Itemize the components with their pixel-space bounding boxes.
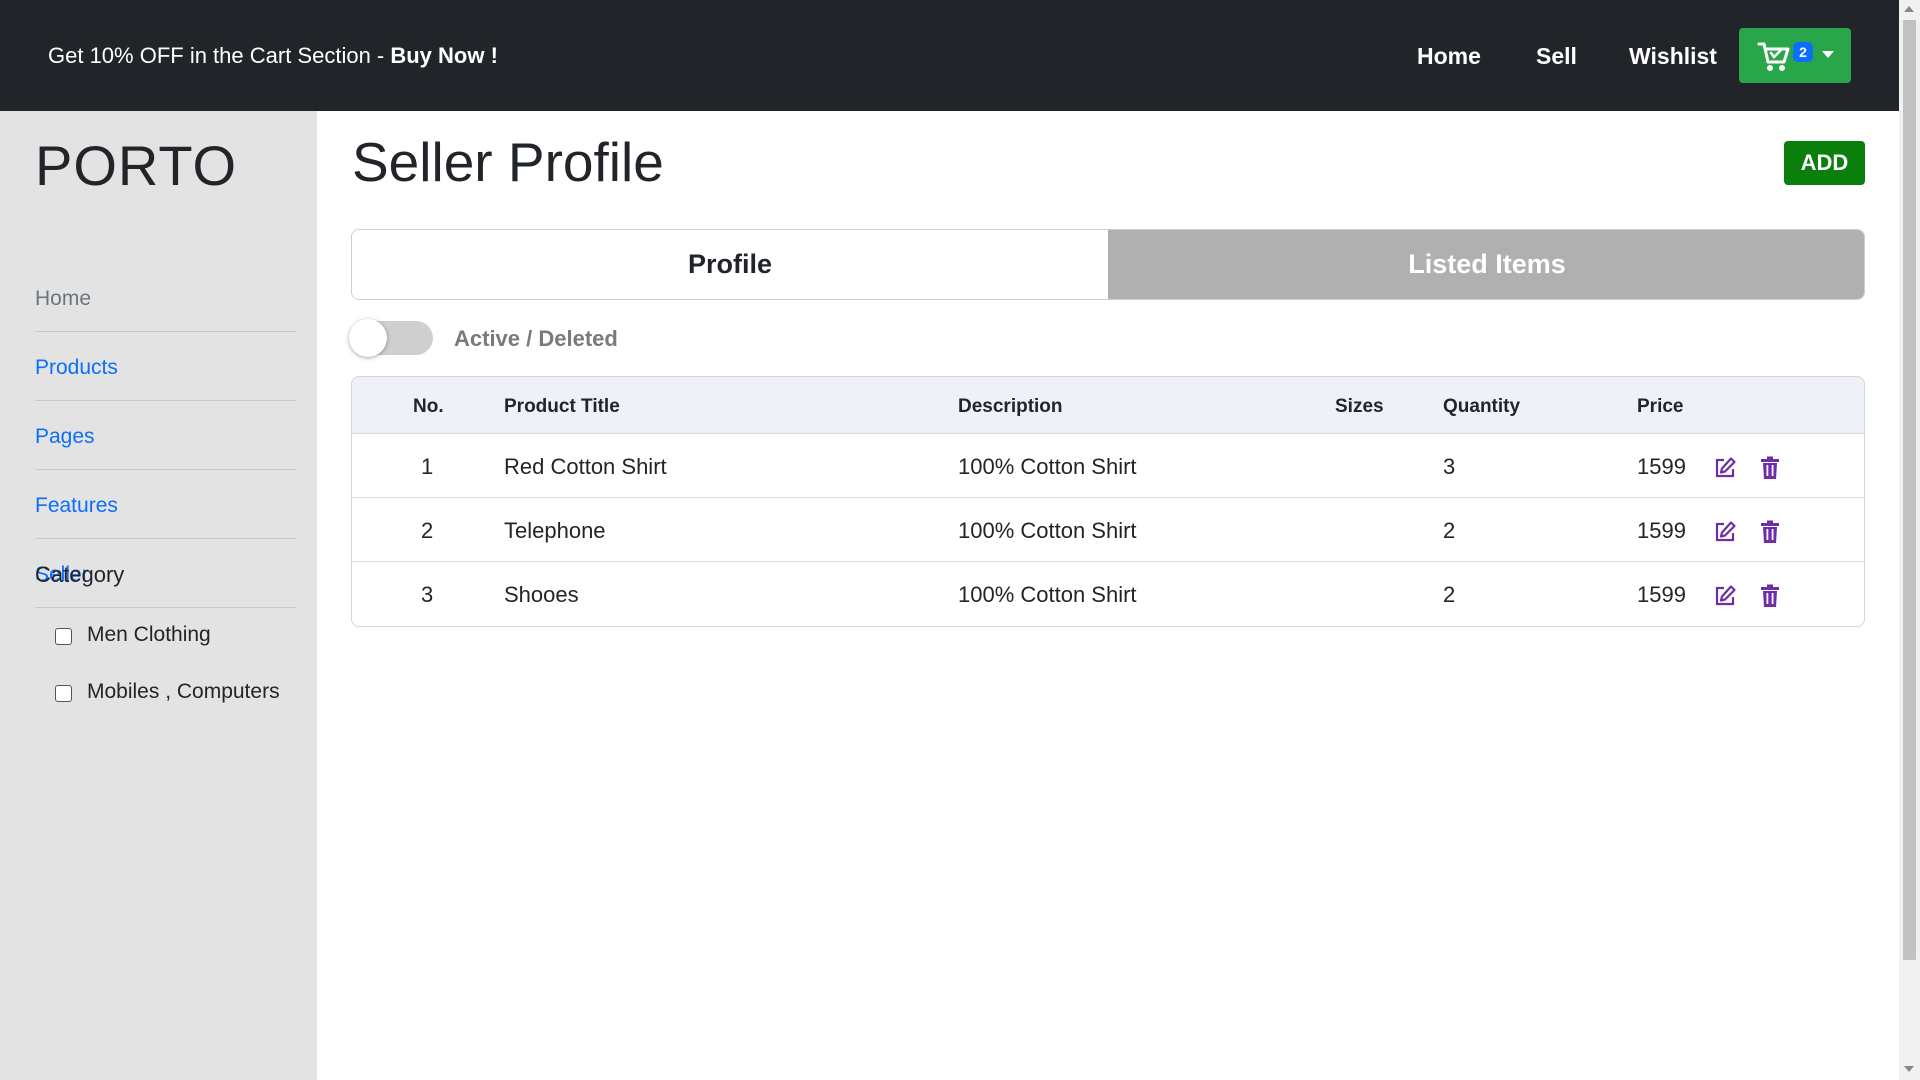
brand-logo[interactable]: PORTO — [35, 133, 237, 198]
column-header-no: No. — [413, 396, 444, 417]
scroll-up-arrow-icon[interactable] — [1904, 6, 1914, 12]
cell-price: 1599 — [1637, 518, 1686, 543]
cart-count-badge: 2 — [1793, 42, 1813, 62]
category-option-label[interactable]: Mobiles , Computers — [87, 680, 280, 704]
tab-profile[interactable]: Profile — [352, 230, 1108, 299]
sidebar-item-products[interactable]: Products — [35, 332, 296, 401]
toggle-label: Active / Deleted — [454, 326, 618, 351]
nav-sell-link[interactable]: Sell — [1536, 43, 1577, 70]
sidebar-item-label: Home — [35, 287, 92, 310]
sidebar-item-home[interactable]: Home — [35, 263, 296, 332]
cell-product-title: Red Cotton Shirt — [504, 454, 667, 479]
table-row: 2 Telephone 100% Cotton Shirt 2 1599 — [352, 497, 1864, 561]
cell-no: 2 — [421, 518, 434, 543]
trash-icon[interactable] — [1760, 584, 1780, 608]
cell-price: 1599 — [1637, 454, 1686, 479]
sidebar: PORTO Home Products Pages Features Selle… — [0, 111, 317, 1080]
profile-tabs: Profile Listed Items — [351, 229, 1865, 300]
cell-no: 1 — [421, 454, 434, 479]
cell-product-title: Shooes — [504, 582, 579, 607]
scrollbar-thumb[interactable] — [1903, 20, 1916, 960]
cell-no: 3 — [421, 582, 434, 607]
column-header-product-title: Product Title — [504, 396, 620, 417]
cell-description: 100% Cotton Shirt — [958, 518, 1137, 543]
active-deleted-toggle[interactable] — [349, 319, 433, 357]
page-title: Seller Profile — [352, 131, 664, 193]
table-header: No. Product Title Description Sizes Quan… — [352, 377, 1864, 433]
cell-description: 100% Cotton Shirt — [958, 454, 1137, 479]
promo-cta[interactable]: Buy Now ! — [390, 43, 498, 68]
trash-icon[interactable] — [1760, 456, 1780, 480]
nav-home-link[interactable]: Home — [1417, 43, 1481, 70]
edit-icon[interactable] — [1713, 456, 1737, 480]
sidebar-item-features[interactable]: Features — [35, 470, 296, 539]
trash-icon[interactable] — [1760, 520, 1780, 544]
column-header-quantity: Quantity — [1443, 396, 1521, 417]
edit-icon[interactable] — [1713, 520, 1737, 544]
scroll-down-arrow-icon[interactable] — [1904, 1066, 1914, 1072]
edit-icon[interactable] — [1713, 584, 1737, 608]
sidebar-item-label: Features — [35, 494, 118, 517]
mobiles-computers-checkbox[interactable] — [55, 685, 72, 702]
cell-description: 100% Cotton Shirt — [958, 582, 1137, 607]
cell-quantity: 2 — [1443, 582, 1456, 607]
column-header-sizes: Sizes — [1335, 396, 1384, 417]
cart-dropdown-button[interactable]: 2 — [1739, 28, 1851, 83]
cell-price: 1599 — [1637, 582, 1686, 607]
listed-items-table: No. Product Title Description Sizes Quan… — [351, 376, 1865, 627]
vertical-scrollbar[interactable] — [1899, 0, 1920, 1080]
top-navbar: Get 10% OFF in the Cart Section - Buy No… — [0, 0, 1899, 111]
column-header-description: Description — [958, 396, 1063, 417]
cart-icon — [1757, 42, 1790, 71]
category-heading: Category — [35, 562, 125, 587]
tab-listed-items[interactable]: Listed Items — [1108, 230, 1864, 299]
add-button[interactable]: ADD — [1784, 141, 1865, 185]
sidebar-item-pages[interactable]: Pages — [35, 401, 296, 470]
cell-product-title: Telephone — [504, 518, 606, 543]
sidebar-item-label: Products — [35, 356, 118, 379]
chevron-down-icon — [1822, 51, 1834, 58]
cell-quantity: 3 — [1443, 454, 1456, 479]
promo-text: Get 10% OFF in the Cart Section - — [48, 43, 391, 68]
table-row: 1 Red Cotton Shirt 100% Cotton Shirt 3 1… — [352, 433, 1864, 497]
table-row: 3 Shooes 100% Cotton Shirt 2 1599 — [352, 561, 1864, 625]
sidebar-item-label: Pages — [35, 425, 95, 448]
toggle-knob — [349, 319, 387, 357]
promo-banner: Get 10% OFF in the Cart Section - Buy No… — [48, 43, 498, 69]
cell-quantity: 2 — [1443, 518, 1456, 543]
nav-wishlist-link[interactable]: Wishlist — [1629, 43, 1717, 70]
category-option-label[interactable]: Men Clothing — [87, 623, 211, 647]
column-header-price: Price — [1637, 396, 1684, 417]
men-clothing-checkbox[interactable] — [55, 628, 72, 645]
